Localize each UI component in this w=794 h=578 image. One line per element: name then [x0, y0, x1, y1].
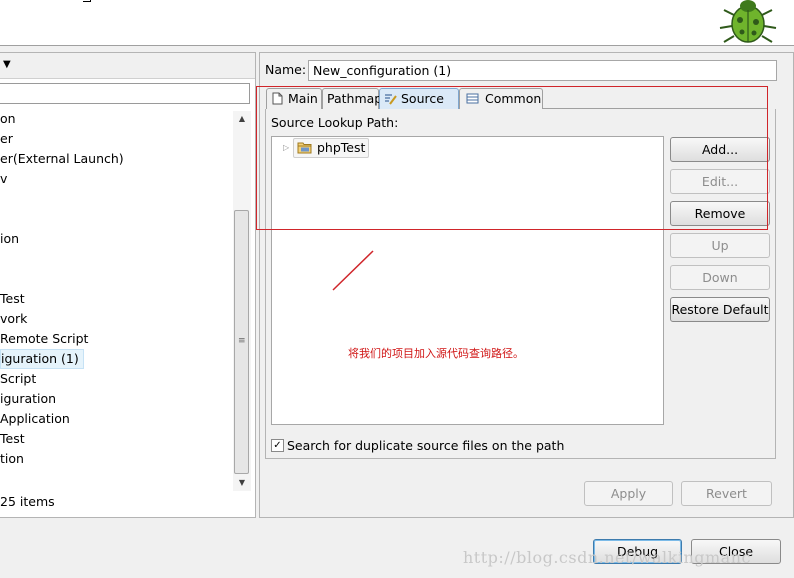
restore-default-button[interactable]: Restore Default: [670, 297, 770, 322]
config-name-input[interactable]: New_configuration (1): [308, 60, 777, 81]
duplicate-search-checkbox[interactable]: ✓: [271, 439, 284, 452]
move-down-button[interactable]: Down: [670, 265, 770, 290]
tree-item[interactable]: er(External Launch): [0, 149, 124, 169]
scroll-down-arrow-icon[interactable]: ▼: [233, 475, 251, 491]
move-up-button[interactable]: Up: [670, 233, 770, 258]
tree-item[interactable]: er: [0, 129, 13, 149]
scrollbar-thumb[interactable]: ≡: [234, 210, 249, 474]
tree-scrollbar[interactable]: ▲ ≡ ▼: [233, 111, 251, 491]
debug-bug-icon: [719, 0, 777, 43]
header-glyph-fragment: [83, 0, 91, 2]
tree-item[interactable]: ion: [0, 229, 19, 249]
annotation-note: 将我们的项目加入源代码查询路径。: [348, 347, 524, 360]
apply-button[interactable]: Apply: [584, 481, 673, 506]
config-filter-input[interactable]: [0, 83, 250, 104]
tree-item-selected[interactable]: iguration (1): [0, 349, 84, 369]
tree-item[interactable]: Test: [0, 429, 25, 449]
tree-item[interactable]: iguration: [0, 389, 56, 409]
tree-item[interactable]: vork: [0, 309, 27, 329]
config-name-label: Name:: [265, 62, 307, 77]
scrollbar-grip-icon: ≡: [238, 336, 246, 346]
tree-item[interactable]: Script: [0, 369, 36, 389]
tree-item[interactable]: Remote Script: [0, 329, 88, 349]
toolbar-dropdown-arrow-icon[interactable]: ▼: [3, 58, 11, 72]
tree-item[interactable]: v: [0, 169, 7, 189]
tree-item[interactable]: tion: [0, 449, 24, 469]
item-count-label: 25 items: [0, 494, 55, 509]
dialog-header: [0, 0, 794, 46]
revert-button[interactable]: Revert: [681, 481, 772, 506]
config-toolbar: ▼: [0, 53, 255, 79]
tree-item[interactable]: on: [0, 109, 16, 129]
annotation-highlight-box: [256, 86, 768, 230]
annotation-stroke: [332, 250, 374, 291]
tree-item[interactable]: Test: [0, 289, 25, 309]
tree-item[interactable]: Application: [0, 409, 70, 429]
duplicate-search-label: Search for duplicate source files on the…: [287, 438, 565, 453]
watermark: http://blog.csdn.net/walkingmanc: [463, 548, 751, 567]
scroll-up-arrow-icon[interactable]: ▲: [233, 111, 251, 127]
launch-config-pane: ▼ on er er(External Launch) v ion Test v…: [0, 52, 256, 518]
